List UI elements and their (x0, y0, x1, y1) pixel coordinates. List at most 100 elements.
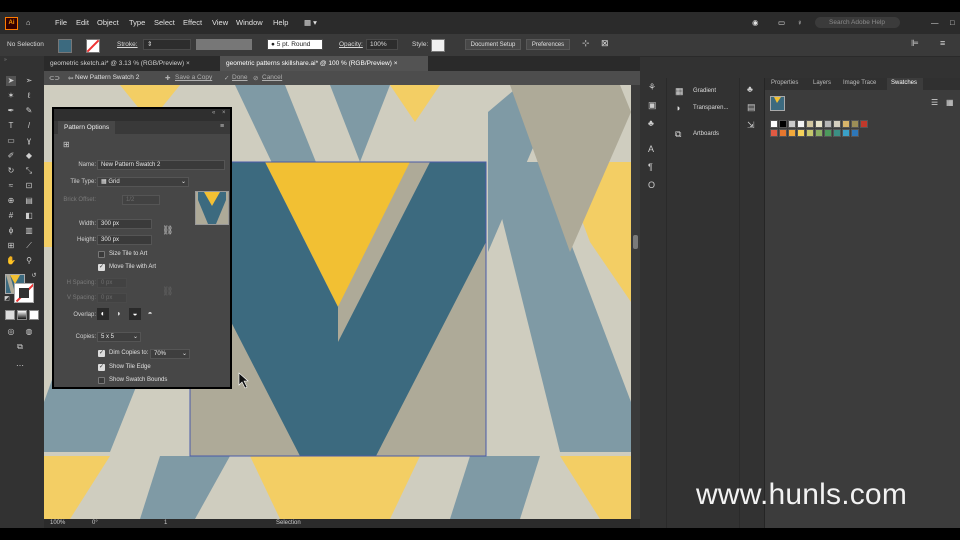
lasso-icon[interactable]: ℓ (24, 91, 34, 101)
search-input[interactable]: Search Adobe Help (815, 17, 900, 28)
vertical-scrollbar[interactable] (631, 85, 640, 519)
artboard-number[interactable]: 1 (164, 520, 167, 526)
menu-edit[interactable]: Edit (76, 18, 89, 27)
align-icon[interactable]: ⊫ (911, 38, 919, 49)
size-tile-checkbox[interactable] (98, 251, 105, 258)
swatch-chip[interactable] (851, 129, 859, 137)
gradient-panel-icon[interactable]: ▦ (675, 86, 684, 97)
swatch-chip[interactable] (770, 120, 778, 128)
none-mode-icon[interactable] (29, 310, 39, 320)
warp-tool-icon[interactable]: ≈ (6, 181, 16, 191)
swatch-chip[interactable] (824, 120, 832, 128)
gradient-tool-icon[interactable]: ◧ (24, 211, 34, 221)
image-icon[interactable]: ▣ (648, 100, 657, 111)
swatch-chip[interactable] (824, 129, 832, 137)
preferences-button[interactable]: Preferences (526, 39, 570, 50)
club-symbol-icon[interactable]: ♣ (747, 84, 753, 94)
menu-view[interactable]: View (212, 18, 228, 27)
color-icon[interactable]: ⚘ (648, 82, 656, 93)
swatch-chip[interactable] (806, 120, 814, 128)
menu-select[interactable]: Select (154, 18, 175, 27)
color-mode-icon[interactable] (5, 310, 15, 320)
swatch-chip[interactable] (815, 129, 823, 137)
copies-select[interactable]: 5 x 5 ⌄ (97, 332, 141, 342)
fill-swatch[interactable] (58, 39, 72, 53)
opacity-field[interactable]: 100% (366, 39, 398, 50)
scroll-thumb[interactable] (633, 235, 638, 249)
zoom-level[interactable]: 100% (50, 520, 65, 526)
workspace-switcher-icon[interactable]: ▦ ▾ (304, 18, 317, 27)
menu-object[interactable]: Object (97, 18, 119, 27)
transparency-panel-button[interactable]: Transparen... (693, 105, 728, 111)
tab-image-trace[interactable]: Image Trace (843, 80, 876, 86)
bottom-in-front-icon[interactable]: ◓ (144, 308, 156, 320)
close-panel-icon[interactable]: × (222, 110, 226, 116)
artboard-tool-icon[interactable]: ⊞ (6, 241, 16, 251)
height-field[interactable]: 300 px (97, 235, 152, 245)
direct-selection-tool-icon[interactable]: ➣ (24, 76, 34, 86)
transparency-panel-icon[interactable]: ◑ (675, 103, 680, 113)
list-view-icon[interactable]: ☰ (931, 98, 938, 107)
variable-width-profile[interactable] (196, 39, 252, 50)
swatch-chip[interactable] (815, 120, 823, 128)
screen-mode-icon[interactable]: ⧉ (15, 342, 25, 352)
h-spacing-field[interactable]: 0 px (97, 278, 127, 288)
libraries-icon[interactable]: ▤ (747, 102, 756, 113)
stroke-weight-field[interactable]: ⇕ (143, 39, 191, 50)
rectangle-tool-icon[interactable]: ▭ (6, 136, 16, 146)
rotation-view[interactable]: 0° (92, 520, 98, 526)
v-spacing-field[interactable]: 0 px (97, 293, 127, 303)
collapse-icon[interactable]: « (212, 110, 215, 116)
back-arrow-icon[interactable]: ⇦ (68, 74, 73, 82)
eraser-icon[interactable]: ◆ (24, 151, 34, 161)
spacing-link-icon[interactable]: ⛓ (162, 286, 173, 297)
gradient-mode-icon[interactable] (17, 310, 27, 320)
panel-menu-icon[interactable]: ≡ (940, 38, 945, 48)
right-in-front-icon[interactable]: ◑ (112, 308, 124, 320)
stroke-swatch[interactable] (86, 39, 100, 53)
transform-icon[interactable]: ⊹ (582, 38, 590, 49)
graphic-style-swatch[interactable] (431, 39, 445, 52)
menu-file[interactable]: File (55, 18, 67, 27)
swatch-chip[interactable] (842, 120, 850, 128)
link-icon[interactable]: ⛓ (162, 225, 173, 236)
swatch-chip[interactable] (860, 120, 868, 128)
isolation-icon[interactable]: ⊠ (601, 38, 609, 49)
panel-menu-icon[interactable]: ≡ (220, 123, 224, 130)
slice-tool-icon[interactable]: ⟋ (24, 241, 34, 251)
tile-type-select[interactable]: ▦ Grid ⌄ (97, 177, 189, 187)
swatch-chip[interactable] (779, 120, 787, 128)
pen-tool-icon[interactable]: ✒ (6, 106, 16, 116)
panel-header[interactable]: « × (54, 109, 230, 121)
menu-window[interactable]: Window (236, 18, 263, 27)
brick-offset-select[interactable]: 1/2 (122, 195, 160, 205)
swatch-chip[interactable] (842, 129, 850, 137)
menu-help[interactable]: Help (273, 18, 288, 27)
opentype-icon[interactable]: O (648, 180, 655, 190)
draw-behind-icon[interactable]: ◍ (24, 327, 34, 337)
close-icon[interactable]: × (394, 60, 398, 67)
menu-type[interactable]: Type (129, 18, 145, 27)
swatch-chip[interactable] (806, 129, 814, 137)
scale-tool-icon[interactable]: ⤡ (24, 166, 34, 176)
swatch-chip[interactable] (851, 120, 859, 128)
artboards-panel-button[interactable]: Artboards (693, 131, 719, 137)
dim-percentage-select[interactable]: 70% ⌄ (150, 349, 190, 359)
tab-swatches[interactable]: Swatches (891, 80, 917, 86)
active-swatch[interactable] (770, 96, 785, 111)
artboards-panel-icon[interactable]: ⧉ (675, 129, 681, 140)
selection-tool-icon[interactable]: ➤ (6, 76, 16, 86)
tab-pattern-options[interactable]: Pattern Options (58, 121, 116, 134)
swap-fill-stroke-icon[interactable]: ↺ (29, 271, 39, 281)
shape-builder-icon[interactable]: ⊕ (6, 196, 16, 206)
tab-geometric-sketch[interactable]: geometric sketch.ai* @ 3.13 % (RGB/Previ… (44, 56, 218, 71)
perspective-grid-icon[interactable]: ▤ (24, 196, 34, 206)
gradient-panel-button[interactable]: Gradient (693, 88, 716, 94)
grid-view-icon[interactable]: ▦ (946, 98, 954, 107)
tab-layers[interactable]: Layers (813, 80, 831, 86)
tab-properties[interactable]: Properties (771, 80, 798, 86)
menu-effect[interactable]: Effect (183, 18, 202, 27)
swatch-chip[interactable] (770, 129, 778, 137)
magic-wand-icon[interactable]: ✶ (6, 91, 16, 101)
done-button[interactable]: Done (232, 74, 248, 81)
